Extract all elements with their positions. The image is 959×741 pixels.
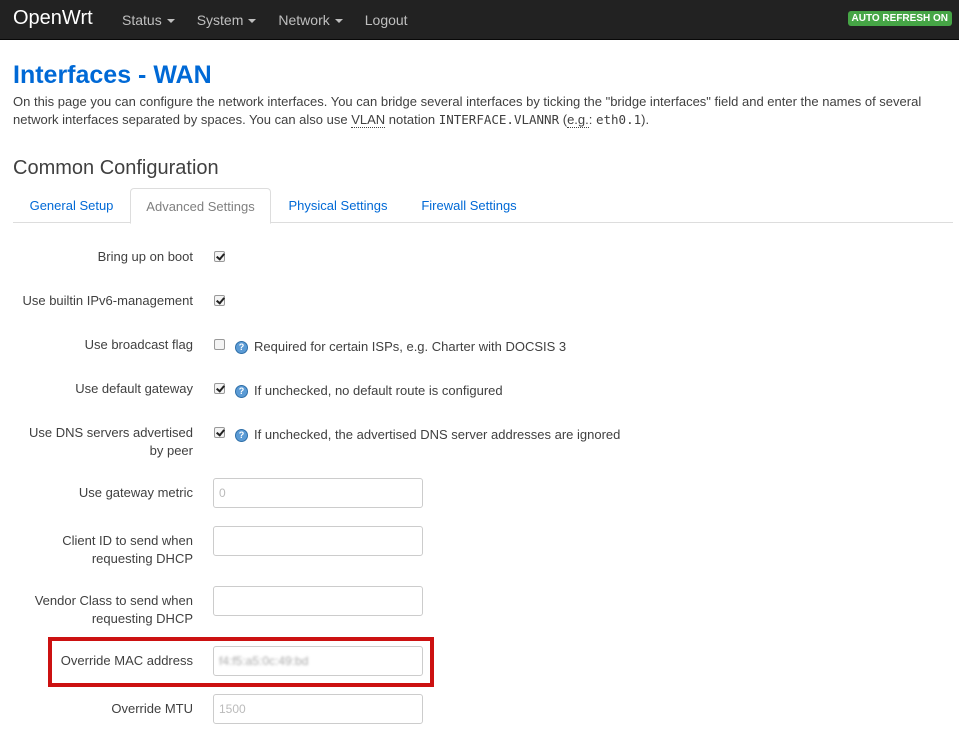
- field-label: Override MTU: [111, 701, 193, 716]
- field-default-gateway: Use default gateway ? If unchecked, no de…: [13, 380, 953, 400]
- desc-text: :: [588, 112, 596, 127]
- field-label: Use gateway metric: [78, 485, 193, 500]
- menu-status-label: Status: [122, 12, 162, 28]
- field-ipv6-management: Use builtin IPv6-management: [13, 292, 953, 312]
- page-title: Interfaces - WAN: [13, 61, 212, 89]
- field-help: ? If unchecked, no default route is confi…: [235, 382, 503, 400]
- broadcast-flag-checkbox[interactable]: [214, 339, 225, 350]
- menu-system-label: System: [196, 12, 244, 28]
- help-icon: ?: [235, 384, 248, 398]
- vendor-class-input[interactable]: [213, 586, 423, 616]
- ipv6-management-checkbox[interactable]: [214, 295, 225, 306]
- field-label: Use broadcast flag: [84, 337, 193, 352]
- top-navbar: OpenWrt Status System Network Logout AUT…: [0, 0, 959, 40]
- help-text: Required for certain ISPs, e.g. Charter …: [254, 339, 567, 354]
- vlan-abbr: VLAN: [351, 112, 386, 128]
- auto-refresh-badge[interactable]: AUTO REFRESH ON: [847, 11, 952, 26]
- desc-code: INTERFACE.VLANNR: [438, 112, 560, 127]
- field-override-mtu: Override MTU 1500: [13, 694, 953, 724]
- field-help: ? Required for certain ISPs, e.g. Charter…: [235, 338, 566, 356]
- peer-dns-checkbox[interactable]: [214, 427, 225, 438]
- desc-text: (: [559, 112, 568, 127]
- page-description: On this page you can configure the netwo…: [13, 93, 943, 129]
- desc-text: ).: [641, 112, 650, 127]
- field-broadcast-flag: Use broadcast flag ? Required for certain…: [13, 336, 953, 356]
- field-bring-up-on-boot: Bring up on boot: [13, 248, 953, 268]
- field-vendor-class: Vendor Class to send when requesting DHC…: [13, 586, 953, 626]
- brand-logo[interactable]: OpenWrt: [13, 7, 93, 29]
- menu-system[interactable]: System: [186, 0, 268, 40]
- help-text: If unchecked, no default route is config…: [254, 383, 503, 398]
- eg-abbr: e.g.: [567, 112, 589, 128]
- field-help: ? If unchecked, the advertised DNS server…: [235, 426, 620, 444]
- main-menu: Status System Network Logout: [111, 0, 419, 40]
- tab-firewall-settings[interactable]: Firewall Settings: [405, 188, 533, 223]
- tab-bar: General Setup Advanced Settings Physical…: [13, 188, 953, 224]
- field-label: Use builtin IPv6-management: [22, 293, 193, 308]
- override-mtu-input[interactable]: 1500: [213, 694, 423, 724]
- field-label: Client ID to send when requesting DHCP: [62, 533, 193, 566]
- bring-up-on-boot-checkbox[interactable]: [214, 251, 225, 262]
- field-label: Bring up on boot: [97, 249, 193, 264]
- caret-down-icon: [334, 19, 343, 23]
- menu-status[interactable]: Status: [111, 0, 186, 40]
- tab-advanced-settings[interactable]: Advanced Settings: [130, 188, 271, 224]
- menu-network[interactable]: Network: [267, 0, 353, 40]
- field-peer-dns: Use DNS servers advertised by peer ? If u…: [13, 424, 953, 464]
- help-icon: ?: [235, 428, 248, 442]
- field-gateway-metric: Use gateway metric 0: [13, 478, 953, 508]
- menu-network-label: Network: [278, 12, 330, 28]
- highlight-box: [48, 637, 434, 687]
- help-icon: ?: [235, 340, 248, 354]
- desc-text: notation: [385, 112, 439, 127]
- desc-code: eth0.1: [595, 112, 642, 127]
- section-title: Common Configuration: [13, 157, 219, 179]
- field-label: Vendor Class to send when requesting DHC…: [34, 593, 193, 626]
- help-text: If unchecked, the advertised DNS server …: [254, 427, 621, 442]
- caret-down-icon: [248, 19, 257, 23]
- default-gateway-checkbox[interactable]: [214, 383, 225, 394]
- menu-logout[interactable]: Logout: [354, 0, 419, 40]
- field-label: Use DNS servers advertised by peer: [29, 425, 193, 458]
- caret-down-icon: [166, 19, 175, 23]
- gateway-metric-input[interactable]: 0: [213, 478, 423, 508]
- tab-physical-settings[interactable]: Physical Settings: [273, 188, 403, 223]
- tab-general-setup[interactable]: General Setup: [13, 188, 130, 223]
- client-id-input[interactable]: [213, 526, 423, 556]
- field-label: Use default gateway: [75, 381, 193, 396]
- menu-logout-label: Logout: [364, 12, 408, 28]
- field-client-id: Client ID to send when requesting DHCP: [13, 526, 953, 566]
